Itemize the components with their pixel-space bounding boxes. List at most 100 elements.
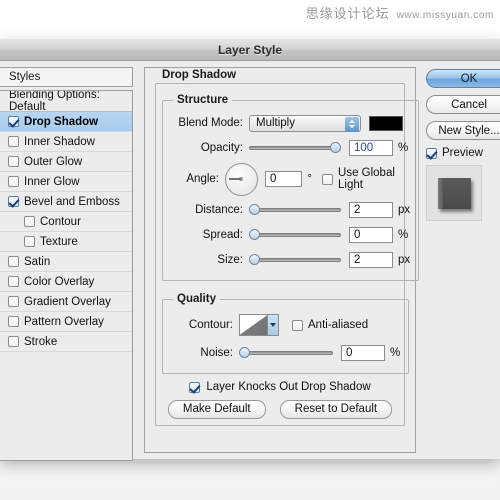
checkbox-icon-pattern-overlay[interactable] [8,316,19,327]
sidebar-item-bevel-and-emboss[interactable]: Bevel and Emboss [0,192,132,212]
sidebar-item-inner-shadow[interactable]: Inner Shadow [0,132,132,152]
spread-slider[interactable] [249,228,341,242]
checkbox-icon-anti-aliased[interactable] [292,319,303,331]
layer-knocks-out-label: Layer Knocks Out Drop Shadow [206,381,371,393]
chevron-updown-icon[interactable] [345,116,359,132]
sidebar-item-label: Outer Glow [24,155,83,168]
preview-shape [437,177,471,209]
opacity-input[interactable]: 100 [349,140,393,156]
spread-unit: % [398,229,409,241]
sidebar-item-blending-options[interactable]: Blending Options: Default [0,90,132,113]
sidebar-item-pattern-overlay[interactable]: Pattern Overlay [0,312,132,332]
distance-input[interactable]: 2 [349,202,393,218]
noise-slider-track [239,351,333,355]
angle-dial[interactable] [225,162,258,196]
structure-group-title: Structure [177,94,229,106]
spread-slider-track [249,233,341,237]
checkbox-icon-inner-glow[interactable] [8,176,19,187]
sidebar-item-gradient-overlay[interactable]: Gradient Overlay [0,292,132,312]
checkbox-icon-stroke[interactable] [8,336,19,347]
anti-aliased-row[interactable]: Anti-aliased [292,319,368,331]
checkbox-icon-inner-shadow[interactable] [8,136,19,147]
sidebar-item-label: Inner Glow [24,175,80,188]
angle-input[interactable]: 0 [265,171,303,187]
size-unit: px [398,254,411,266]
checkbox-icon-use-global-light[interactable] [322,173,334,185]
distance-slider-track [249,208,341,212]
screen-root: 思缘设计论坛 www.missyuan.com Layer Style Styl… [0,0,500,500]
checkbox-icon-contour[interactable] [24,216,35,227]
sidebar-item-label: Satin [24,255,51,268]
checkbox-icon-drop-shadow[interactable] [8,116,19,127]
opacity-slider-knob[interactable] [330,142,341,153]
checkbox-icon-preview[interactable] [426,147,437,159]
distance-slider[interactable] [249,203,341,217]
checkbox-icon-gradient-overlay[interactable] [8,296,19,307]
sidebar-item-inner-glow[interactable]: Inner Glow [0,172,132,192]
sidebar-item-outer-glow[interactable]: Outer Glow [0,152,132,172]
make-default-button[interactable]: Make Default [167,400,266,419]
checkbox-icon-outer-glow[interactable] [8,156,19,167]
ok-button[interactable]: OK [426,69,500,88]
quality-group-title: Quality [177,293,216,305]
anti-aliased-label: Anti-aliased [308,319,369,331]
sidebar-item-color-overlay[interactable]: Color Overlay [0,272,132,292]
styles-panel-header[interactable]: Styles [0,67,133,87]
contour-preset-picker[interactable] [239,314,279,336]
sidebar-item-label: Inner Shadow [24,135,95,148]
size-slider[interactable] [249,253,341,267]
noise-input[interactable]: 0 [341,345,385,361]
size-slider-knob[interactable] [249,254,260,265]
size-label: Size: [217,254,243,266]
effect-settings-panel: Drop Shadow Structure Blend Mode: Multip… [144,67,420,453]
sidebar-item-texture[interactable]: Texture [0,232,132,252]
structure-group: Structure Blend Mode: Multiply Opacity: [162,94,420,281]
size-input[interactable]: 2 [349,252,393,268]
styles-panel: Styles Blending Options: Default Drop Sh… [0,67,133,461]
sidebar-item-contour[interactable]: Contour [0,212,132,232]
styles-header-label: Styles [9,71,41,83]
spread-label: Spread: [202,229,243,241]
cancel-button[interactable]: Cancel [426,95,500,114]
contour-label: Contour: [188,319,233,331]
preview-label: Preview [442,147,483,159]
checkbox-icon-satin[interactable] [8,256,19,267]
sidebar-item-satin[interactable]: Satin [0,252,132,272]
checkbox-icon-color-overlay[interactable] [8,276,19,287]
noise-slider[interactable] [239,346,333,360]
preview-thumbnail [426,165,482,221]
checkbox-icon-texture[interactable] [24,236,35,247]
sidebar-item-stroke[interactable]: Stroke [0,332,132,352]
sidebar-item-label: Texture [40,235,78,248]
spread-slider-knob[interactable] [249,229,260,240]
shadow-color-swatch[interactable] [369,115,403,131]
watermark-url-text: www.missyuan.com [396,10,494,21]
opacity-slider[interactable] [249,141,341,155]
distance-slider-knob[interactable] [249,204,260,215]
blend-mode-select[interactable]: Multiply [249,114,361,132]
sidebar-item-label: Gradient Overlay [24,295,111,308]
blending-options-label: Blending Options: Default [9,90,100,113]
spread-input[interactable]: 0 [349,227,393,243]
chevron-down-icon[interactable] [267,315,278,335]
styles-list[interactable]: Blending Options: Default Drop Shadow In… [0,90,133,461]
sidebar-item-label: Pattern Overlay [24,315,104,328]
default-buttons-row: Make Default Reset to Default [162,400,398,419]
reset-to-default-button[interactable]: Reset to Default [279,400,393,419]
blend-mode-row: Blend Mode: Multiply [171,112,410,134]
noise-slider-knob[interactable] [239,347,250,358]
sidebar-item-label: Drop Shadow [24,115,99,128]
checkbox-icon-layer-knocks-out[interactable] [189,381,201,393]
sidebar-item-drop-shadow[interactable]: Drop Shadow [0,112,132,132]
opacity-unit: % [398,142,409,154]
checkbox-icon-bevel-and-emboss[interactable] [8,196,19,207]
use-global-light-row[interactable]: Use Global Light [322,167,410,191]
new-style-button[interactable]: New Style... [426,121,500,140]
contour-curve-thumbnail [240,315,268,335]
angle-unit: ° [307,173,313,185]
dialog-titlebar[interactable]: Layer Style [0,38,500,61]
dialog-body: Styles Blending Options: Default Drop Sh… [0,61,500,461]
effect-panel-frame: Structure Blend Mode: Multiply Opacity: [155,83,420,426]
preview-toggle-row[interactable]: Preview [426,147,500,159]
layer-knocks-out-row[interactable]: Layer Knocks Out Drop Shadow [162,381,398,393]
